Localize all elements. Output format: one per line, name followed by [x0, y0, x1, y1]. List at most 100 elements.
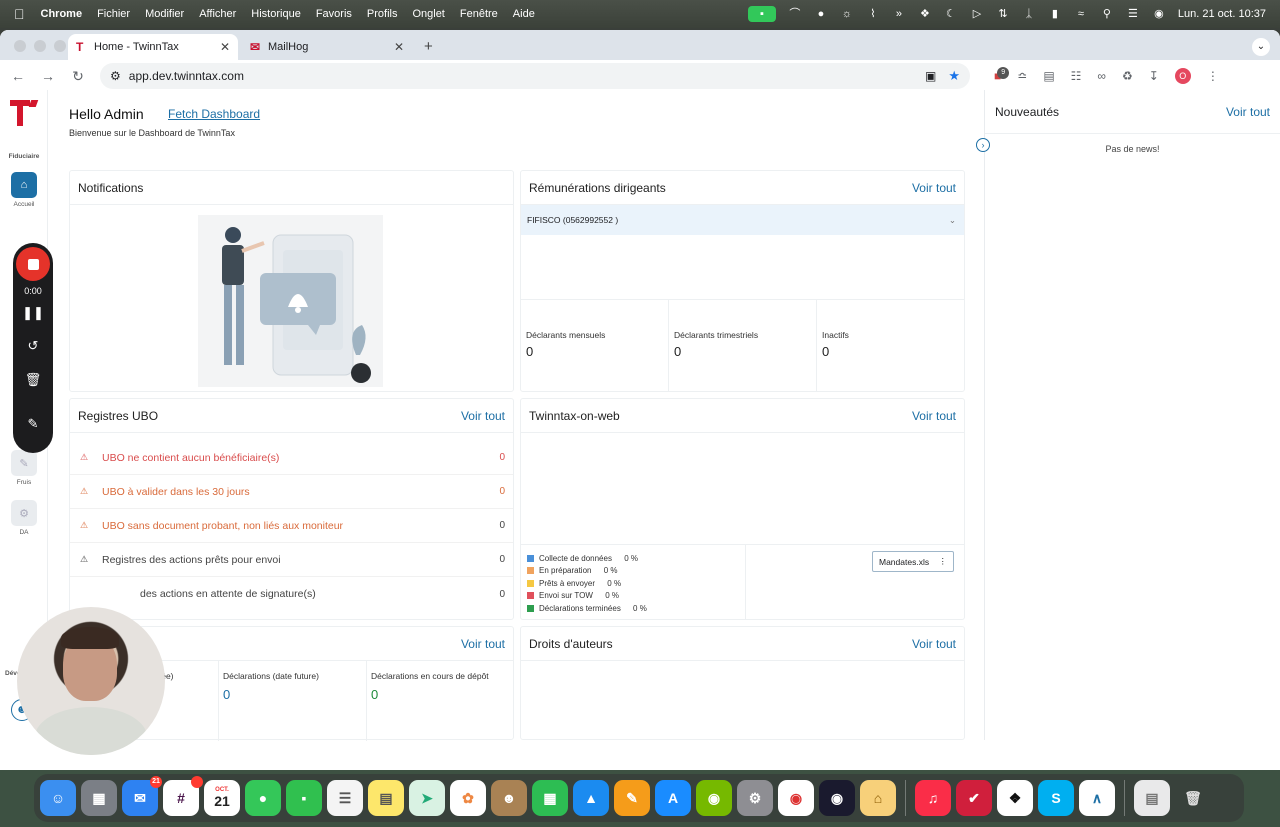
- menu-favoris[interactable]: Favoris: [316, 8, 352, 20]
- site-settings-icon[interactable]: ⚙: [110, 69, 121, 83]
- menu-fichier[interactable]: Fichier: [97, 8, 130, 20]
- speed-icon[interactable]: »: [892, 8, 906, 20]
- ubo-row[interactable]: ⚠ Registres des actions prêts pour envoi…: [70, 543, 513, 577]
- apple-icon[interactable]: : [14, 6, 25, 22]
- maps-icon[interactable]: ➤: [409, 780, 445, 816]
- system-settings-icon[interactable]: ⚙: [737, 780, 773, 816]
- maximize-window-button[interactable]: [54, 40, 66, 52]
- finder-icon[interactable]: ☺: [40, 780, 76, 816]
- restart-icon[interactable]: ↺: [13, 338, 53, 354]
- siri-icon[interactable]: ◉: [1152, 8, 1166, 20]
- menu-aide[interactable]: Aide: [513, 8, 535, 20]
- play-icon[interactable]: ▷: [970, 8, 984, 20]
- menu-fenetre[interactable]: Fenêtre: [460, 8, 498, 20]
- search-icon[interactable]: ⚲: [1100, 8, 1114, 20]
- openai-icon[interactable]: ❖: [918, 8, 932, 20]
- voir-tout-link[interactable]: Voir tout: [912, 181, 956, 195]
- menu-app-name[interactable]: Chrome: [41, 8, 83, 20]
- notes-icon[interactable]: ▤: [368, 780, 404, 816]
- brightness-icon[interactable]: ☼: [840, 8, 854, 20]
- tab-twinntax[interactable]: T Home - TwinnTax ✕: [68, 34, 238, 60]
- downloads-folder-icon[interactable]: ▤: [1134, 780, 1170, 816]
- launchpad-icon[interactable]: ▦: [81, 780, 117, 816]
- chevron-down-icon[interactable]: ⌄: [949, 215, 956, 226]
- mandates-export-button[interactable]: Mandates.xls ⋮: [872, 551, 954, 572]
- menu-afficher[interactable]: Afficher: [199, 8, 236, 20]
- sidebar-item-accueil[interactable]: ⌂: [11, 172, 37, 198]
- facetime-icon[interactable]: ▪: [286, 780, 322, 816]
- voir-tout-link[interactable]: Voir tout: [912, 409, 956, 423]
- voir-tout-link[interactable]: Voir tout: [1226, 105, 1270, 119]
- trash-icon[interactable]: 🗑: [1175, 780, 1211, 816]
- hotspot-icon[interactable]: ⌒: [788, 8, 802, 20]
- control-center-icon[interactable]: ☰: [1126, 8, 1140, 20]
- contacts-icon[interactable]: ☻: [491, 780, 527, 816]
- twinntax-logo[interactable]: [8, 100, 39, 128]
- trash-icon[interactable]: 🗑: [13, 372, 53, 388]
- back-icon[interactable]: ←: [10, 68, 26, 84]
- close-icon[interactable]: ✕: [394, 40, 404, 54]
- calendar-icon[interactable]: OCT. 21: [204, 780, 240, 816]
- minimize-window-button[interactable]: [34, 40, 46, 52]
- keynote-icon[interactable]: ▲: [573, 780, 609, 816]
- moon-icon[interactable]: ☾: [944, 8, 958, 20]
- extension-icon[interactable]: ▤: [1043, 69, 1054, 83]
- arc-icon[interactable]: ∧: [1079, 780, 1115, 816]
- menu-onglet[interactable]: Onglet: [412, 8, 444, 20]
- profile-avatar[interactable]: O: [1174, 68, 1191, 84]
- menu-profils[interactable]: Profils: [367, 8, 398, 20]
- close-window-button[interactable]: [14, 40, 26, 52]
- voir-tout-link[interactable]: Voir tout: [461, 637, 505, 651]
- ubo-row[interactable]: des actions en attente de signature(s) 0: [70, 577, 513, 611]
- numbers-icon[interactable]: ▦: [532, 780, 568, 816]
- extension-icon[interactable]: ∞: [1097, 69, 1106, 83]
- pages-icon[interactable]: ✎: [614, 780, 650, 816]
- extension-icon[interactable]: ☷: [1071, 69, 1082, 83]
- download-icon[interactable]: ↧: [1149, 69, 1159, 83]
- music-icon[interactable]: ♫: [915, 780, 951, 816]
- ubo-row[interactable]: ⚠ UBO sans document probant, non liés au…: [70, 509, 513, 543]
- new-tab-button[interactable]: +: [424, 38, 433, 55]
- voir-tout-link[interactable]: Voir tout: [912, 637, 956, 651]
- skype-icon[interactable]: S: [1038, 780, 1074, 816]
- more-icon[interactable]: ⋮: [1207, 69, 1219, 83]
- address-bar[interactable]: ⚙ app.dev.twinntax.com ▣ ★: [100, 63, 970, 89]
- pen-icon[interactable]: ✎: [13, 416, 53, 432]
- fetch-dashboard-link[interactable]: Fetch Dashboard: [168, 107, 260, 121]
- messages-icon[interactable]: ●: [245, 780, 281, 816]
- stop-recording-button[interactable]: [16, 247, 50, 281]
- bluetooth-icon[interactable]: ᛣ: [1022, 8, 1036, 20]
- voir-tout-link[interactable]: Voir tout: [461, 409, 505, 423]
- app-store-icon[interactable]: A: [655, 780, 691, 816]
- extension-icon[interactable]: ≏: [1017, 69, 1027, 83]
- twinntax-app-icon[interactable]: ✔: [956, 780, 992, 816]
- sidebar-item-fruis[interactable]: ✎: [11, 450, 37, 476]
- puzzle-icon[interactable]: ♻: [1122, 69, 1133, 83]
- wifi-icon[interactable]: ≈: [1074, 8, 1088, 20]
- photos-icon[interactable]: ✿: [450, 780, 486, 816]
- menubar-datetime[interactable]: Lun. 21 oct. 10:37: [1178, 8, 1266, 20]
- mail-icon[interactable]: ✉ 21: [122, 776, 162, 816]
- menu-modifier[interactable]: Modifier: [145, 8, 184, 20]
- chevron-right-icon[interactable]: ›: [976, 138, 990, 152]
- camera-app-icon[interactable]: ◉: [819, 780, 855, 816]
- slack-icon[interactable]: #: [163, 776, 203, 816]
- network-icon[interactable]: ⇅: [996, 8, 1010, 20]
- close-icon[interactable]: ✕: [220, 40, 230, 54]
- sidebar-item-da[interactable]: ⚙: [11, 500, 37, 526]
- battery-icon[interactable]: ▮: [1048, 8, 1062, 20]
- ubo-row[interactable]: ⚠ UBO à valider dans les 30 jours 0: [70, 475, 513, 509]
- tab-search-icon[interactable]: ⌄: [1252, 38, 1270, 56]
- bookmark-star-icon[interactable]: ★: [948, 68, 960, 84]
- forward-icon[interactable]: →: [40, 68, 56, 84]
- list-item[interactable]: FIFISCO (0562992552 ) ⌄: [521, 205, 964, 235]
- more-icon[interactable]: ⋮: [939, 556, 948, 567]
- reminders-icon[interactable]: ☰: [327, 780, 363, 816]
- camera-icon[interactable]: ▪: [747, 6, 776, 22]
- nvidia-icon[interactable]: ◉: [696, 780, 732, 816]
- cast-icon[interactable]: ▣: [925, 69, 936, 83]
- reload-icon[interactable]: ↻: [70, 68, 86, 85]
- chrome-icon[interactable]: ◉: [778, 780, 814, 816]
- ubo-row[interactable]: ⚠ UBO ne contient aucun bénéficiaire(s) …: [70, 441, 513, 475]
- home-app-icon[interactable]: ⌂: [860, 780, 896, 816]
